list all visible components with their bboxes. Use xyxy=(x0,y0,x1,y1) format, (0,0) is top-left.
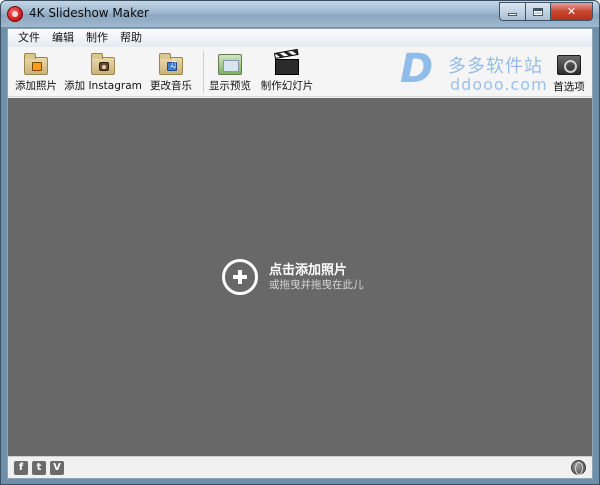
drop-subtitle: 或拖曳并拖曳在此儿 xyxy=(269,278,364,291)
maximize-button[interactable] xyxy=(525,2,550,21)
instagram-folder-icon xyxy=(89,51,117,77)
preferences-icon xyxy=(557,55,581,75)
clapperboard-icon xyxy=(273,48,301,77)
watermark-logo-icon: D xyxy=(400,46,434,92)
window-title: 4K Slideshow Maker xyxy=(29,6,149,20)
add-instagram-button[interactable]: 添加 Instagram xyxy=(64,49,142,95)
preview-icon xyxy=(216,51,244,77)
toolbar-separator xyxy=(203,51,204,93)
change-music-button[interactable]: 更改音乐 xyxy=(148,49,194,95)
twitter-icon[interactable]: t xyxy=(32,461,46,475)
make-slideshow-button[interactable]: 制作幻灯片 xyxy=(258,48,316,95)
photo-folder-icon xyxy=(22,51,50,77)
minimize-icon xyxy=(508,13,517,16)
toolbar: 添加照片 添加 Instagram 更改音乐 显示预览 xyxy=(8,47,592,97)
music-folder-icon xyxy=(157,51,185,77)
vimeo-icon[interactable]: V xyxy=(50,461,64,475)
preferences-label: 首选项 xyxy=(553,81,585,93)
photo-drop-area[interactable]: 点击添加照片 或拖曳并拖曳在此儿 xyxy=(8,98,592,456)
bottom-bar: f t V xyxy=(8,456,592,478)
menu-help[interactable]: 帮助 xyxy=(114,30,148,46)
window-controls: ✕ xyxy=(499,2,593,21)
title-bar[interactable]: 4K Slideshow Maker ✕ xyxy=(1,1,599,27)
add-photos-label: 添加照片 xyxy=(15,80,57,92)
facebook-icon[interactable]: f xyxy=(14,461,28,475)
close-icon: ✕ xyxy=(566,5,577,18)
menu-bar: 文件 编辑 制作 帮助 xyxy=(8,29,592,47)
app-logo-icon xyxy=(7,6,23,22)
add-photos-drop-target[interactable]: 点击添加照片 或拖曳并拖曳在此儿 xyxy=(222,259,364,295)
add-photos-button[interactable]: 添加照片 xyxy=(14,49,58,95)
add-instagram-label: 添加 Instagram xyxy=(64,80,142,92)
menu-file[interactable]: 文件 xyxy=(12,30,46,46)
make-slideshow-label: 制作幻灯片 xyxy=(260,80,314,92)
minimize-button[interactable] xyxy=(499,2,525,21)
show-preview-button[interactable]: 显示预览 xyxy=(207,49,253,95)
drop-title: 点击添加照片 xyxy=(269,262,348,278)
client-area: 文件 编辑 制作 帮助 添加照片 添加 Instagram ♫ 更改音乐 显示预… xyxy=(7,28,593,479)
preferences-button[interactable]: 首选项 xyxy=(552,51,586,95)
change-music-label: 更改音乐 xyxy=(150,80,192,92)
drop-text: 点击添加照片 或拖曳并拖曳在此儿 xyxy=(269,263,364,292)
menu-make[interactable]: 制作 xyxy=(80,30,114,46)
globe-icon[interactable] xyxy=(571,460,586,475)
maximize-icon xyxy=(533,7,543,16)
close-button[interactable]: ✕ xyxy=(550,2,593,21)
app-window: 4K Slideshow Maker ✕ 文件 编辑 制作 帮助 添加照片 添加… xyxy=(0,0,600,485)
menu-edit[interactable]: 编辑 xyxy=(46,30,80,46)
add-circle-icon[interactable] xyxy=(222,259,258,295)
watermark-url: ddooo.com xyxy=(450,75,548,94)
show-preview-label: 显示预览 xyxy=(209,80,251,92)
